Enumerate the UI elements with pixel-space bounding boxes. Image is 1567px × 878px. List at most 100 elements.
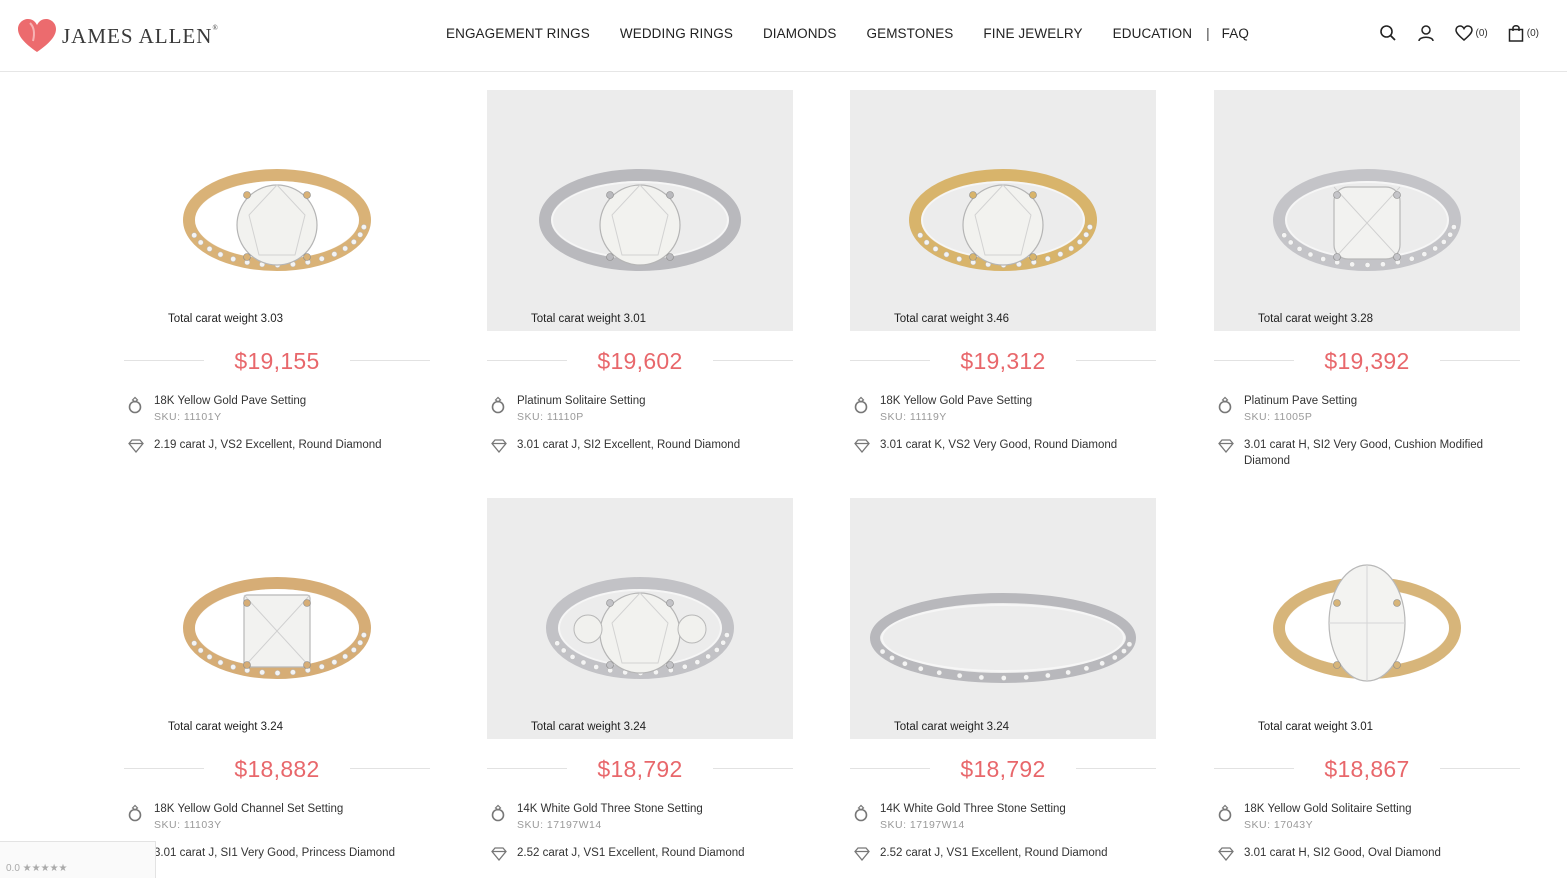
ring-setting-icon [128, 804, 142, 822]
ring-image [546, 577, 734, 679]
ring-image [909, 169, 1097, 271]
product-image[interactable]: Total carat weight 3.03 [124, 90, 430, 331]
setting-info[interactable]: 18K Yellow Gold Pave Setting SKU: 11119Y [850, 393, 1156, 425]
setting-info[interactable]: 18K Yellow Gold Pave Setting SKU: 11101Y [124, 393, 430, 425]
nav-wedding-rings[interactable]: WEDDING RINGS [620, 26, 733, 41]
shopping-bag-icon [1508, 25, 1524, 42]
price-divider-left [487, 768, 567, 769]
product-price: $18,792 [597, 755, 683, 782]
product-card-6[interactable]: Total carat weight 3.24 $18,792 14K Whit… [487, 498, 793, 861]
wishlist-count: (0) [1475, 27, 1488, 39]
price-divider-left [124, 768, 204, 769]
setting-sku: SKU: 11110P [517, 411, 584, 423]
setting-name: Platinum Solitaire Setting [517, 395, 646, 407]
product-price: $19,312 [960, 347, 1046, 374]
diamond-info[interactable]: 3.01 carat J, SI1 Very Good, Princess Di… [124, 845, 430, 861]
search-icon [1379, 25, 1396, 41]
setting-info[interactable]: 18K Yellow Gold Channel Set Setting SKU:… [124, 801, 430, 833]
product-price: $19,602 [597, 347, 683, 374]
ring-setting-icon [491, 804, 505, 822]
setting-name: 18K Yellow Gold Solitaire Setting [1244, 803, 1412, 815]
setting-info[interactable]: 14K White Gold Three Stone Setting SKU: … [850, 801, 1156, 833]
setting-info[interactable]: 14K White Gold Three Stone Setting SKU: … [487, 801, 793, 833]
setting-sku: SKU: 11101Y [154, 411, 222, 423]
price-row: $19,155 [124, 341, 430, 381]
product-image[interactable]: Total carat weight 3.01 [487, 90, 793, 331]
cart-button[interactable]: (0) [1508, 24, 1539, 42]
nav-gemstones[interactable]: GEMSTONES [867, 26, 954, 41]
rating-widget[interactable]: 0.0 ★★★★★ [0, 841, 156, 878]
brand-logo[interactable]: JAMES ALLEN® [18, 18, 219, 54]
nav-fine-jewelry[interactable]: FINE JEWELRY [983, 26, 1082, 41]
setting-sku: SKU: 17197W14 [880, 819, 965, 831]
nav-divider: | [1206, 26, 1210, 41]
diamond-icon [128, 439, 144, 453]
price-divider-left [124, 360, 204, 361]
product-card-7[interactable]: Total carat weight 3.24 $18,792 14K Whit… [850, 498, 1156, 861]
total-carat-weight: Total carat weight 3.24 [168, 721, 284, 733]
nav-faq[interactable]: FAQ [1222, 26, 1249, 41]
product-image[interactable]: Total carat weight 3.24 [850, 498, 1156, 739]
price-divider-left [850, 360, 930, 361]
setting-name: 18K Yellow Gold Pave Setting [154, 395, 307, 407]
setting-name: Platinum Pave Setting [1244, 395, 1358, 407]
heart-logo-icon [18, 19, 56, 52]
ring-setting-icon [854, 396, 868, 414]
diamond-info[interactable]: 3.01 carat J, SI2 Excellent, Round Diamo… [487, 437, 793, 453]
diamond-info[interactable]: 2.19 carat J, VS2 Excellent, Round Diamo… [124, 437, 430, 453]
wishlist-button[interactable]: (0) [1454, 25, 1488, 41]
setting-sku: SKU: 11119Y [880, 411, 947, 423]
setting-name: 18K Yellow Gold Channel Set Setting [154, 803, 344, 815]
setting-name: 18K Yellow Gold Pave Setting [880, 395, 1033, 407]
diamond-info[interactable]: 2.52 carat J, VS1 Excellent, Round Diamo… [850, 845, 1156, 861]
ring-setting-icon [854, 804, 868, 822]
diamond-icon [854, 847, 870, 861]
ring-image [183, 169, 371, 271]
setting-info[interactable]: 18K Yellow Gold Solitaire Setting SKU: 1… [1214, 801, 1520, 833]
setting-info[interactable]: Platinum Solitaire Setting SKU: 11110P [487, 393, 793, 425]
diamond-info[interactable]: 3.01 carat H, SI2 Good, Oval Diamond [1214, 845, 1520, 861]
rating-text: 0.0 ★★★★★ [6, 863, 68, 874]
diamond-info[interactable]: 2.52 carat J, VS1 Excellent, Round Diamo… [487, 845, 793, 861]
product-image[interactable]: Total carat weight 3.46 [850, 90, 1156, 331]
ring-setting-icon [1218, 804, 1232, 822]
ring-setting-icon [491, 396, 505, 414]
price-divider-right [1076, 360, 1156, 361]
product-card-5[interactable]: Total carat weight 3.24 $18,882 18K Yell… [124, 498, 430, 861]
diamond-icon [491, 439, 507, 453]
setting-sku: SKU: 11005P [1244, 411, 1313, 423]
diamond-description: 3.01 carat H, SI2 Very Good, Cushion Mod… [1244, 439, 1484, 467]
product-price: $18,792 [960, 755, 1046, 782]
product-price: $18,882 [234, 755, 320, 782]
diamond-description: 2.52 carat J, VS1 Excellent, Round Diamo… [880, 847, 1108, 859]
product-card-8[interactable]: Total carat weight 3.01 $18,867 18K Yell… [1214, 498, 1520, 861]
nav-diamonds[interactable]: DIAMONDS [763, 26, 837, 41]
diamond-icon [1218, 847, 1234, 861]
diamond-icon [854, 439, 870, 453]
nav-education[interactable]: EDUCATION [1113, 26, 1192, 41]
product-price: $18,867 [1324, 755, 1410, 782]
product-image[interactable]: Total carat weight 3.01 [1214, 498, 1520, 739]
ring-image [1273, 564, 1461, 682]
diamond-info[interactable]: 3.01 carat H, SI2 Very Good, Cushion Mod… [1214, 437, 1520, 469]
diamond-info[interactable]: 3.01 carat K, VS2 Very Good, Round Diamo… [850, 437, 1156, 453]
price-row: $18,792 [850, 749, 1156, 789]
product-card-2[interactable]: Total carat weight 3.01 $19,602 Platinum… [487, 90, 793, 453]
product-image[interactable]: Total carat weight 3.24 [124, 498, 430, 739]
product-card-3[interactable]: Total carat weight 3.46 $19,312 18K Yell… [850, 90, 1156, 453]
diamond-icon [491, 847, 507, 861]
total-carat-weight: Total carat weight 3.01 [1258, 721, 1374, 733]
setting-info[interactable]: Platinum Pave Setting SKU: 11005P [1214, 393, 1520, 425]
price-divider-right [713, 360, 793, 361]
total-carat-weight: Total carat weight 3.03 [168, 313, 284, 325]
nav-engagement-rings[interactable]: ENGAGEMENT RINGS [446, 26, 590, 41]
diamond-description: 3.01 carat J, SI1 Very Good, Princess Di… [154, 847, 395, 859]
ring-setting-icon [1218, 396, 1232, 414]
product-card-1[interactable]: Total carat weight 3.03 $19,155 18K Yell… [124, 90, 430, 453]
account-button[interactable] [1417, 24, 1435, 42]
product-card-4[interactable]: Total carat weight 3.28 $19,392 Platinum… [1214, 90, 1520, 469]
product-image[interactable]: Total carat weight 3.24 [487, 498, 793, 739]
search-button[interactable] [1379, 24, 1397, 42]
product-image[interactable]: Total carat weight 3.28 [1214, 90, 1520, 331]
cart-count: (0) [1526, 27, 1539, 39]
